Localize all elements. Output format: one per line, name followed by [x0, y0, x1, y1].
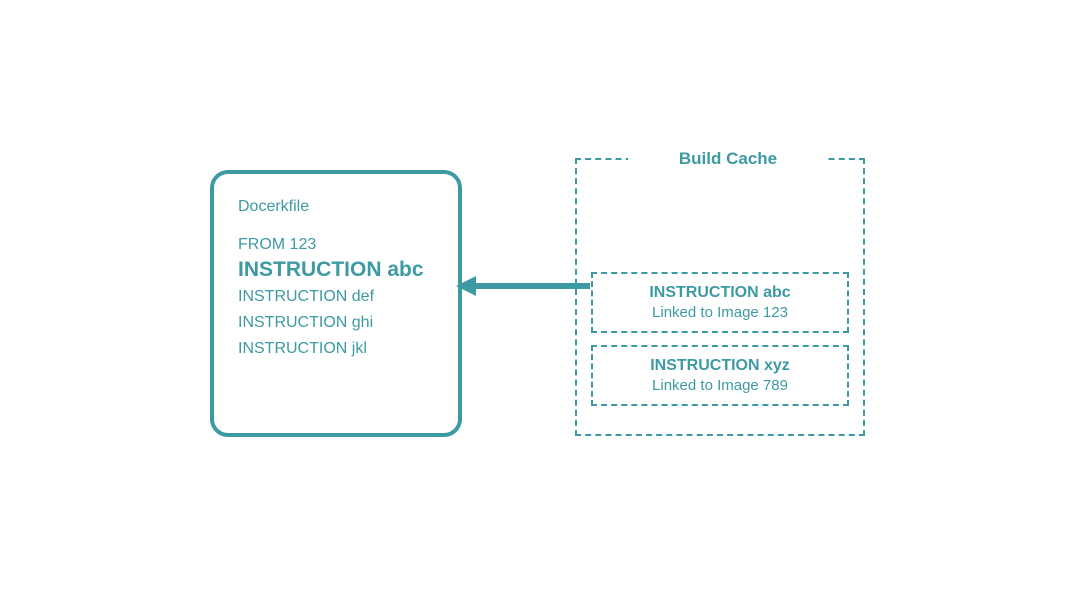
- arrow-line: [474, 283, 590, 289]
- dockerfile-title: Docerkfile: [238, 198, 434, 216]
- dockerfile-from: FROM 123: [238, 236, 434, 254]
- dockerfile-instruction: INSTRUCTION def: [238, 288, 434, 306]
- arrow-cache-to-dockerfile: [456, 276, 590, 296]
- build-cache-box: INSTRUCTION abc Linked to Image 123 INST…: [575, 158, 865, 436]
- cache-entry-link: Linked to Image 789: [609, 377, 831, 394]
- dockerfile-box: Docerkfile FROM 123 INSTRUCTION abc INST…: [210, 170, 462, 437]
- dockerfile-instruction-highlighted: INSTRUCTION abc: [238, 258, 434, 282]
- arrow-head-icon: [456, 276, 476, 296]
- build-cache-title: Build Cache: [679, 149, 777, 168]
- cache-entry: INSTRUCTION xyz Linked to Image 789: [591, 345, 849, 406]
- cache-entry-link: Linked to Image 123: [609, 304, 831, 321]
- build-cache-title-wrap: Build Cache: [628, 149, 828, 169]
- dockerfile-instruction: INSTRUCTION ghi: [238, 314, 434, 332]
- cache-entry: INSTRUCTION abc Linked to Image 123: [591, 272, 849, 333]
- dockerfile-instruction: INSTRUCTION jkl: [238, 340, 434, 358]
- cache-entry-instruction: INSTRUCTION xyz: [609, 357, 831, 375]
- cache-entry-instruction: INSTRUCTION abc: [609, 284, 831, 302]
